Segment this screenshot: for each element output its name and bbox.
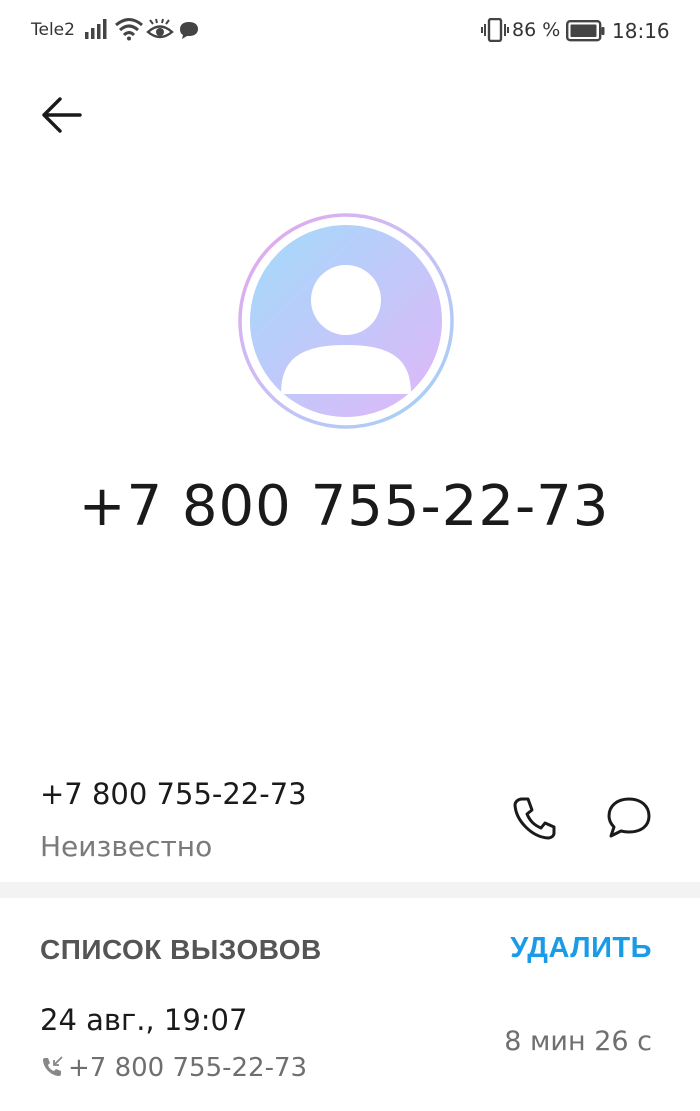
incoming-call-icon [43, 1056, 63, 1076]
call-log-number: +7 800 755-22-73 [68, 1053, 308, 1083]
contact-number[interactable]: +7 800 755-22-73 [40, 777, 307, 811]
avatar [237, 212, 455, 430]
call-log-title: СПИСОК ВЫЗОВОВ [40, 934, 322, 965]
battery-icon [566, 20, 605, 42]
contact-detail-screen: Tele2 86 % 18:16 +7 800 755-22-73 +7 800… [0, 0, 700, 1111]
message-button[interactable] [600, 790, 658, 846]
chat-bubble-icon [180, 22, 198, 39]
phone-icon [513, 797, 556, 840]
clock: 18:16 [612, 19, 670, 43]
wifi-icon [115, 18, 143, 41]
message-icon [607, 797, 651, 838]
section-divider [0, 882, 700, 898]
number-label: Неизвестно [40, 830, 213, 863]
vibrate-icon [481, 18, 509, 42]
signal-icon [85, 19, 107, 39]
call-log-duration: 8 мин 26 с [504, 1026, 652, 1057]
back-arrow-icon [42, 97, 82, 133]
battery-percent: 86 % [512, 19, 561, 41]
status-bar: Tele2 86 % 18:16 [0, 0, 700, 62]
carrier-name: Tele2 [31, 20, 75, 40]
call-button[interactable] [506, 790, 562, 846]
call-log-date: 24 авг., 19:07 [40, 1003, 248, 1037]
eye-icon [146, 18, 174, 39]
delete-button[interactable]: УДАЛИТЬ [510, 932, 652, 965]
back-button[interactable] [38, 92, 88, 138]
contact-title-number: +7 800 755-22-73 [78, 474, 610, 539]
